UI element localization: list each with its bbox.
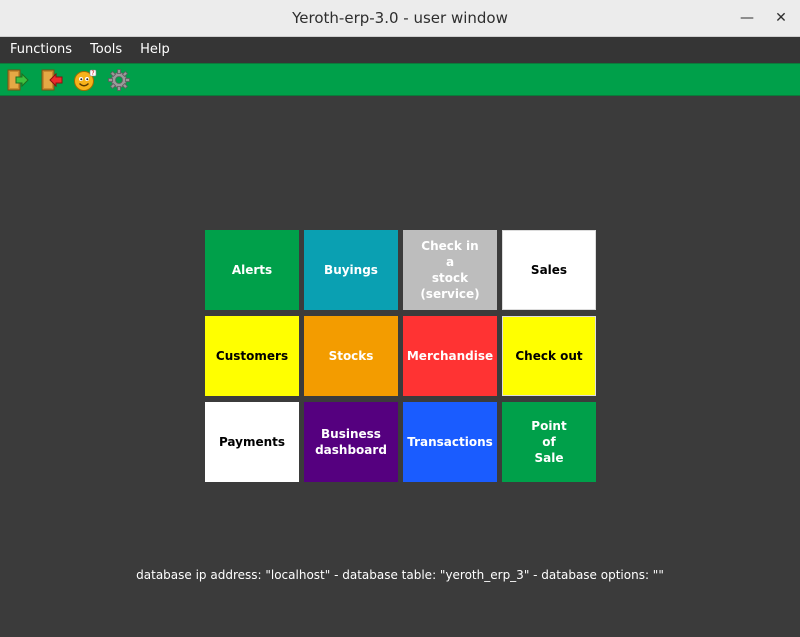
- module-tile-grid: Alerts Buyings Check in a stock (service…: [205, 230, 597, 482]
- title-bar: Yeroth-erp-3.0 - user window — ✕: [0, 0, 800, 37]
- menu-functions[interactable]: Functions: [2, 37, 80, 63]
- toolbar: ?: [0, 63, 800, 96]
- tile-payments[interactable]: Payments: [205, 402, 299, 482]
- menu-bar: Functions Tools Help: [0, 37, 800, 63]
- tile-check-out[interactable]: Check out: [502, 316, 596, 396]
- database-status-text: database ip address: "localhost" - datab…: [136, 568, 664, 582]
- tile-merchandise[interactable]: Merchandise: [403, 316, 497, 396]
- menu-tools[interactable]: Tools: [82, 37, 130, 63]
- close-button[interactable]: ✕: [771, 8, 791, 28]
- tile-business-dashboard[interactable]: Business dashboard: [304, 402, 398, 482]
- svg-text:?: ?: [91, 70, 94, 77]
- menu-help[interactable]: Help: [132, 37, 178, 63]
- tile-check-in-stock[interactable]: Check in a stock (service): [403, 230, 497, 310]
- tile-alerts[interactable]: Alerts: [205, 230, 299, 310]
- tile-stocks[interactable]: Stocks: [304, 316, 398, 396]
- window-title: Yeroth-erp-3.0 - user window: [292, 9, 508, 27]
- tile-customers[interactable]: Customers: [205, 316, 299, 396]
- login-icon[interactable]: [4, 67, 30, 93]
- tile-transactions[interactable]: Transactions: [403, 402, 497, 482]
- smiley-face-icon[interactable]: ?: [72, 67, 98, 93]
- minimize-button[interactable]: —: [737, 8, 757, 28]
- tile-sales[interactable]: Sales: [502, 230, 596, 310]
- tile-buyings[interactable]: Buyings: [304, 230, 398, 310]
- logout-icon[interactable]: [38, 67, 64, 93]
- tile-point-of-sale[interactable]: Point of Sale: [502, 402, 596, 482]
- settings-gear-icon[interactable]: [106, 67, 132, 93]
